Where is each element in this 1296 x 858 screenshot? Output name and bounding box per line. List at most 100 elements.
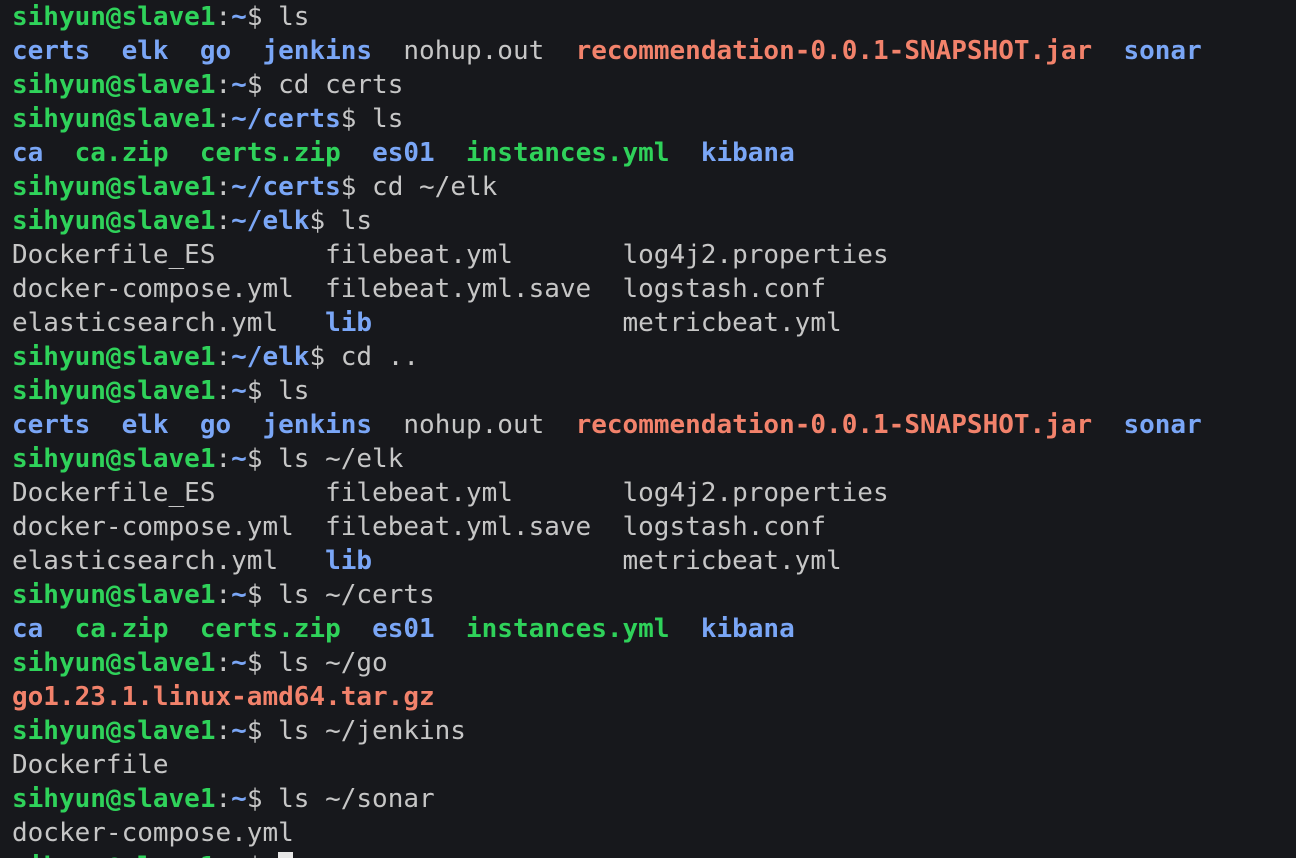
output-line: certs elk go jenkins nohup.out recommend… [12, 408, 1202, 442]
directory-entry: jenkins [262, 36, 373, 66]
column-gap [169, 410, 200, 440]
prompt-line: sihyun@slave1:~$ ls ~/go [12, 646, 1202, 680]
output-line: Dockerfile_ES filebeat.yml log4j2.proper… [12, 238, 1202, 272]
prompt-user: sihyun@slave1 [12, 852, 216, 858]
prompt-line: sihyun@slave1:~$ ls ~/sonar [12, 782, 1202, 816]
file-entry: recommendation-0.0.1-SNAPSHOT.jar [575, 36, 1093, 66]
prompt-user: sihyun@slave1 [12, 784, 216, 814]
prompt-separator: : [215, 376, 232, 406]
directory-entry: elk [121, 410, 169, 440]
prompt-user: sihyun@slave1 [12, 206, 216, 236]
file-entry: docker-compose.yml [12, 274, 326, 304]
prompt-line: sihyun@slave1:~/elk$ ls [12, 204, 1202, 238]
prompt-user: sihyun@slave1 [12, 716, 216, 746]
file-entry: metricbeat.yml [622, 308, 842, 338]
column-gap [1092, 410, 1123, 440]
file-entry: filebeat.yml.save [325, 512, 623, 542]
prompt-path: ~/elk [231, 342, 310, 372]
prompt-symbol: $ [340, 104, 373, 134]
command-text: ls [278, 2, 310, 32]
prompt-separator: : [215, 784, 232, 814]
output-line: go1.23.1.linux-amd64.tar.gz [12, 680, 1202, 714]
prompt-path: ~/elk [231, 206, 310, 236]
prompt-user: sihyun@slave1 [12, 580, 216, 610]
file-entry: nohup.out [403, 410, 545, 440]
terminal-window[interactable]: sihyun@slave1:~$ ls certs elk go jenkins … [0, 0, 1296, 858]
prompt-symbol: $ [246, 2, 279, 32]
command-text: ls ~/elk [278, 444, 404, 474]
command-text: ls ~/go [278, 648, 388, 678]
prompt-path: ~ [231, 70, 247, 100]
prompt-line: sihyun@slave1:~/certs$ cd ~/elk [12, 170, 1202, 204]
prompt-symbol: $ [246, 784, 279, 814]
file-entry: filebeat.yml [325, 240, 623, 270]
prompt-line: sihyun@slave1:~$ ls ~/elk [12, 442, 1202, 476]
prompt-path: ~ [231, 648, 247, 678]
command-text: ls [340, 206, 373, 236]
prompt-separator: : [215, 444, 232, 474]
prompt-path: ~ [231, 376, 247, 406]
prompt-symbol: $ [246, 580, 279, 610]
output-line: Dockerfile [12, 748, 1202, 782]
text-cursor[interactable] [278, 852, 294, 858]
prompt-user: sihyun@slave1 [12, 104, 216, 134]
prompt-line: sihyun@slave1:~/certs$ ls [12, 102, 1202, 136]
prompt-path: ~ [231, 784, 247, 814]
output-line: elasticsearch.yml lib metricbeat.yml [12, 306, 1202, 340]
command-text: ls ~/sonar [278, 784, 435, 814]
file-entry: filebeat.yml.save [325, 274, 623, 304]
command-text: ls [278, 376, 310, 406]
prompt-symbol: $ [247, 852, 278, 858]
output-line: docker-compose.yml [12, 816, 1202, 850]
output-line: certs elk go jenkins nohup.out recommend… [12, 34, 1202, 68]
column-gap [169, 36, 200, 66]
file-entry: go1.23.1.linux-amd64.tar.gz [12, 682, 435, 712]
file-entry: instances.yml [466, 614, 670, 644]
command-text: ls ~/jenkins [278, 716, 466, 746]
file-entry: metricbeat.yml [622, 546, 842, 576]
column-gap [670, 138, 701, 168]
column-gap [231, 410, 262, 440]
prompt-user: sihyun@slave1 [12, 376, 216, 406]
prompt-line: sihyun@slave1:~$ ls ~/certs [12, 578, 1202, 612]
prompt-symbol: $ [340, 172, 373, 202]
directory-entry: sonar [1123, 36, 1202, 66]
file-entry: docker-compose.yml [12, 818, 294, 848]
prompt-user: sihyun@slave1 [12, 648, 216, 678]
directory-entry: certs [12, 410, 91, 440]
column-gap [90, 36, 121, 66]
prompt-separator: : [215, 2, 232, 32]
directory-entry: go [199, 410, 232, 440]
terminal-output: sihyun@slave1:~$ ls certs elk go jenkins … [12, 0, 1202, 858]
output-line: ca ca.zip certs.zip es01 instances.yml k… [12, 136, 1202, 170]
prompt-line: sihyun@slave1:~$ [12, 850, 1202, 858]
file-entry: instances.yml [466, 138, 670, 168]
column-gap [341, 138, 372, 168]
prompt-separator: : [216, 852, 232, 858]
prompt-symbol: $ [309, 206, 341, 236]
command-text: cd certs [278, 70, 404, 100]
file-entry: logstash.conf [622, 274, 827, 304]
file-entry: log4j2.properties [622, 240, 889, 270]
prompt-user: sihyun@slave1 [12, 172, 216, 202]
output-line: Dockerfile_ES filebeat.yml log4j2.proper… [12, 476, 1202, 510]
prompt-symbol: $ [246, 70, 279, 100]
directory-entry: kibana [700, 138, 795, 168]
file-entry: log4j2.properties [622, 478, 889, 508]
file-entry: elasticsearch.yml [12, 546, 326, 576]
prompt-path: ~ [231, 580, 247, 610]
prompt-symbol: $ [246, 444, 279, 474]
file-entry: nohup.out [403, 36, 545, 66]
prompt-line: sihyun@slave1:~$ ls [12, 0, 1202, 34]
column-gap [1092, 36, 1123, 66]
file-entry: certs.zip [199, 138, 341, 168]
prompt-user: sihyun@slave1 [12, 342, 216, 372]
directory-entry: jenkins [262, 410, 373, 440]
prompt-separator: : [215, 172, 232, 202]
prompt-separator: : [215, 206, 232, 236]
prompt-path: ~ [231, 716, 247, 746]
prompt-symbol: $ [246, 716, 279, 746]
column-gap [169, 614, 200, 644]
column-gap [435, 614, 466, 644]
prompt-line: sihyun@slave1:~/elk$ cd .. [12, 340, 1202, 374]
